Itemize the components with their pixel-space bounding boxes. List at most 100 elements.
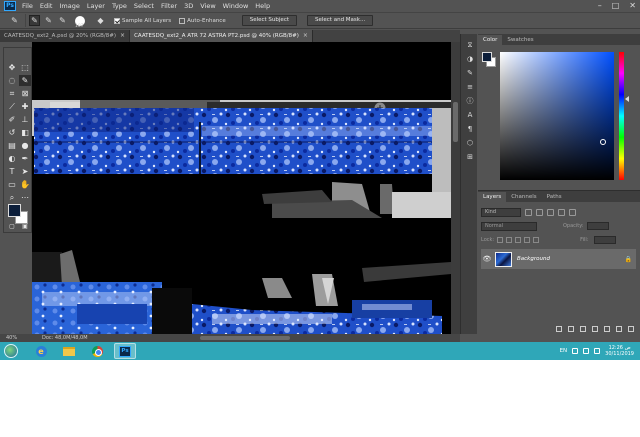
menu-layer[interactable]: Layer — [87, 2, 105, 10]
new-group-icon[interactable] — [604, 326, 610, 332]
adjustments-icon[interactable]: ◑ — [465, 54, 475, 64]
add-mask-icon[interactable] — [580, 326, 586, 332]
menu-filter[interactable]: Filter — [161, 2, 177, 10]
brush-picker[interactable]: 107 — [75, 15, 85, 29]
pen-tool-icon[interactable]: ✒ — [19, 153, 31, 164]
history-brush-tool-icon[interactable]: ↺ — [6, 127, 18, 138]
close-tab-icon[interactable]: × — [303, 30, 308, 42]
type-tool-icon[interactable]: T — [6, 166, 18, 177]
close-button[interactable]: ✕ — [629, 1, 636, 11]
photoshop-logo-icon[interactable]: Ps — [4, 1, 16, 11]
character-icon[interactable]: A — [465, 110, 475, 120]
menu-edit[interactable]: Edit — [40, 2, 53, 10]
tab-document-2[interactable]: CAATESDQ_ext2_A ATR 72 ASTRA PT2.psd @ 4… — [130, 30, 313, 42]
smart-object-filter-icon[interactable] — [569, 208, 576, 216]
network-icon[interactable] — [583, 348, 590, 354]
brush-angle-icon[interactable]: ◆ — [95, 15, 106, 26]
eyedropper-tool-icon[interactable]: ⟋ — [6, 101, 18, 112]
rectangle-tool-icon[interactable]: ▭ — [6, 179, 18, 190]
menu-view[interactable]: View — [200, 2, 215, 10]
menu-type[interactable]: Type — [112, 2, 127, 10]
taskbar-chrome[interactable] — [86, 343, 108, 359]
properties-icon[interactable]: ≡ — [465, 82, 475, 92]
clock[interactable]: 12:26 ص 30/11/2019 — [605, 345, 634, 357]
close-tab-icon[interactable]: × — [120, 30, 125, 42]
tab-layers[interactable]: Layers — [478, 192, 507, 202]
layer-name[interactable]: Background — [517, 256, 625, 262]
lock-transparent-icon[interactable] — [497, 237, 504, 243]
lasso-tool-icon[interactable]: ◌ — [6, 75, 18, 86]
gradient-tool-icon[interactable]: ▤ — [6, 140, 18, 151]
menu-3d[interactable]: 3D — [184, 2, 193, 10]
taskbar-file-explorer[interactable] — [58, 343, 80, 359]
more-tools-icon[interactable]: ⋯ — [19, 192, 31, 203]
foreground-color-swatch[interactable] — [8, 204, 21, 217]
crop-tool-icon[interactable]: ⌗ — [6, 88, 18, 99]
start-button[interactable] — [4, 344, 18, 358]
lock-image-icon[interactable] — [506, 237, 513, 243]
dodge-tool-icon[interactable]: ◐ — [6, 153, 18, 164]
new-selection-icon[interactable]: ✎ — [29, 15, 40, 26]
tab-paths[interactable]: Paths — [542, 192, 567, 202]
clone-stamp-tool-icon[interactable]: ⊥ — [19, 114, 31, 125]
lock-artboard-icon[interactable] — [524, 237, 531, 243]
hand-tool-icon[interactable]: ✋ — [19, 179, 31, 190]
info-icon[interactable]: ⓘ — [465, 96, 475, 106]
opacity-input[interactable] — [586, 222, 609, 230]
zoom-tool-icon[interactable]: ⌕ — [6, 192, 18, 203]
select-subject-button[interactable]: Select Subject — [241, 15, 297, 26]
menu-window[interactable]: Window — [223, 2, 249, 10]
hue-slider[interactable] — [619, 52, 624, 180]
add-to-selection-icon[interactable]: ✎ — [43, 15, 54, 26]
taskbar-internet-explorer[interactable]: e — [30, 343, 52, 359]
filter-kind-select[interactable]: Kind — [481, 207, 521, 217]
marquee-tool-icon[interactable]: ⬚ — [19, 62, 31, 73]
tab-color[interactable]: Color — [478, 35, 503, 45]
frame-tool-icon[interactable]: ⊠ — [19, 88, 31, 99]
menu-file[interactable]: File — [22, 2, 33, 10]
adjustment-filter-icon[interactable] — [536, 208, 543, 216]
maximize-button[interactable]: □ — [612, 1, 620, 11]
3d-icon[interactable]: ⬡ — [465, 138, 475, 148]
libraries-icon[interactable]: ⊞ — [465, 152, 475, 162]
menu-help[interactable]: Help — [255, 2, 270, 10]
layer-lock-icon[interactable]: 🔒 — [625, 256, 632, 263]
panel-foreground-swatch[interactable] — [482, 52, 492, 62]
select-and-mask-button[interactable]: Select and Mask... — [307, 15, 374, 26]
tool-preset-picker[interactable]: ✎ — [4, 14, 26, 27]
brush-tool-icon[interactable]: ✐ — [6, 114, 18, 125]
language-indicator[interactable]: EN — [560, 348, 568, 354]
lock-position-icon[interactable] — [515, 237, 522, 243]
tab-channels[interactable]: Channels — [506, 192, 541, 202]
document-canvas[interactable] — [32, 42, 451, 334]
delete-layer-icon[interactable] — [628, 326, 634, 332]
tab-swatches[interactable]: Swatches — [502, 35, 538, 45]
quick-mask-icon[interactable]: ▢ — [6, 221, 18, 232]
screen-mode-icon[interactable]: ▣ — [19, 221, 31, 232]
new-layer-icon[interactable] — [616, 326, 622, 332]
quick-selection-tool-icon[interactable]: ✎ — [19, 75, 31, 86]
history-icon[interactable]: ⧖ — [465, 40, 475, 50]
show-hidden-icons-icon[interactable] — [572, 348, 579, 354]
pixel-filter-icon[interactable] — [525, 208, 532, 216]
healing-brush-tool-icon[interactable]: ✚ — [19, 101, 31, 112]
shape-filter-icon[interactable] — [558, 208, 565, 216]
layer-row[interactable]: 👁 Background 🔒 — [481, 249, 636, 269]
move-tool-icon[interactable]: ✥ — [6, 62, 18, 73]
color-picker-field[interactable] — [500, 52, 614, 180]
vertical-scrollbar[interactable] — [451, 42, 460, 334]
zoom-level[interactable]: 40% — [6, 335, 36, 341]
horizontal-scrollbar-thumb[interactable] — [200, 336, 290, 340]
hue-slider-handle[interactable] — [625, 96, 629, 102]
taskbar-photoshop[interactable]: Ps — [114, 343, 136, 359]
sample-all-layers-checkbox[interactable] — [114, 17, 120, 24]
lock-all-icon[interactable] — [533, 237, 540, 243]
link-layers-icon[interactable] — [556, 326, 562, 332]
eraser-tool-icon[interactable]: ◧ — [19, 127, 31, 138]
volume-icon[interactable] — [594, 348, 601, 354]
menu-image[interactable]: Image — [59, 2, 79, 10]
auto-enhance-checkbox[interactable] — [179, 17, 186, 24]
minimize-button[interactable]: – — [598, 1, 602, 11]
tab-document-1[interactable]: CAATESDQ_ext2_A.psd @ 20% (RGB/8#) × — [0, 30, 131, 42]
scrollbar-thumb[interactable] — [453, 102, 458, 142]
